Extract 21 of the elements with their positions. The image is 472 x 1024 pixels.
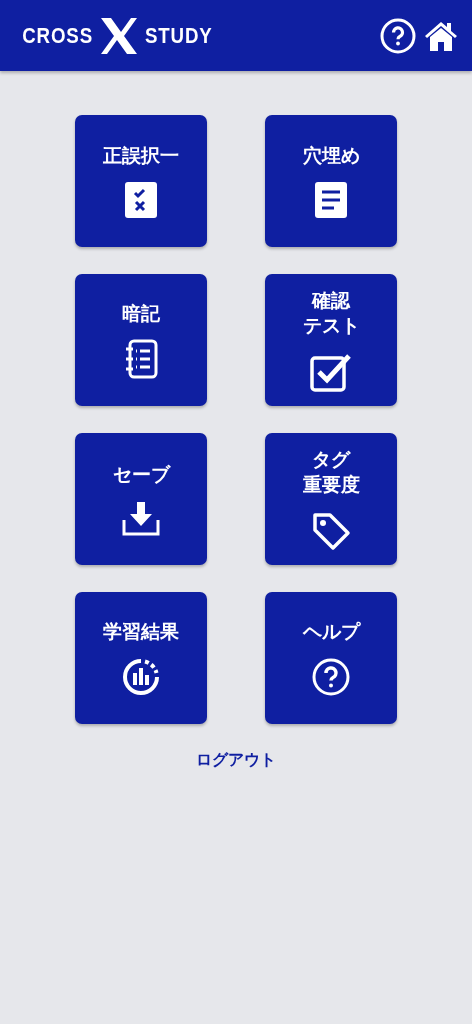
menu-tile[interactable]: 暗記 <box>75 274 207 406</box>
menu-tile[interactable]: セーブ <box>75 433 207 565</box>
checklist-icon <box>124 181 158 220</box>
logo-text: CROSS <box>22 22 93 49</box>
logout-link[interactable]: ログアウト <box>196 750 276 771</box>
home-button[interactable] <box>424 19 458 52</box>
help-icon <box>311 657 351 698</box>
menu-tile[interactable]: 正誤択一 <box>75 115 207 247</box>
notebook-icon <box>123 339 159 380</box>
chart-icon <box>121 657 161 698</box>
menu-tile[interactable]: 穴埋め <box>265 115 397 247</box>
menu-tile[interactable]: 学習結果 <box>75 592 207 724</box>
tag-icon <box>311 510 351 551</box>
download-icon <box>122 500 160 537</box>
document-icon <box>314 181 348 220</box>
logo-text: STUDY <box>145 22 213 49</box>
x-logo-icon <box>99 15 140 56</box>
help-button[interactable] <box>380 17 416 54</box>
menu-tile[interactable]: ヘルプ <box>265 592 397 724</box>
menu-tile[interactable]: タグ 重要度 <box>265 433 397 565</box>
menu-tile[interactable]: 確認 テスト <box>265 274 397 406</box>
